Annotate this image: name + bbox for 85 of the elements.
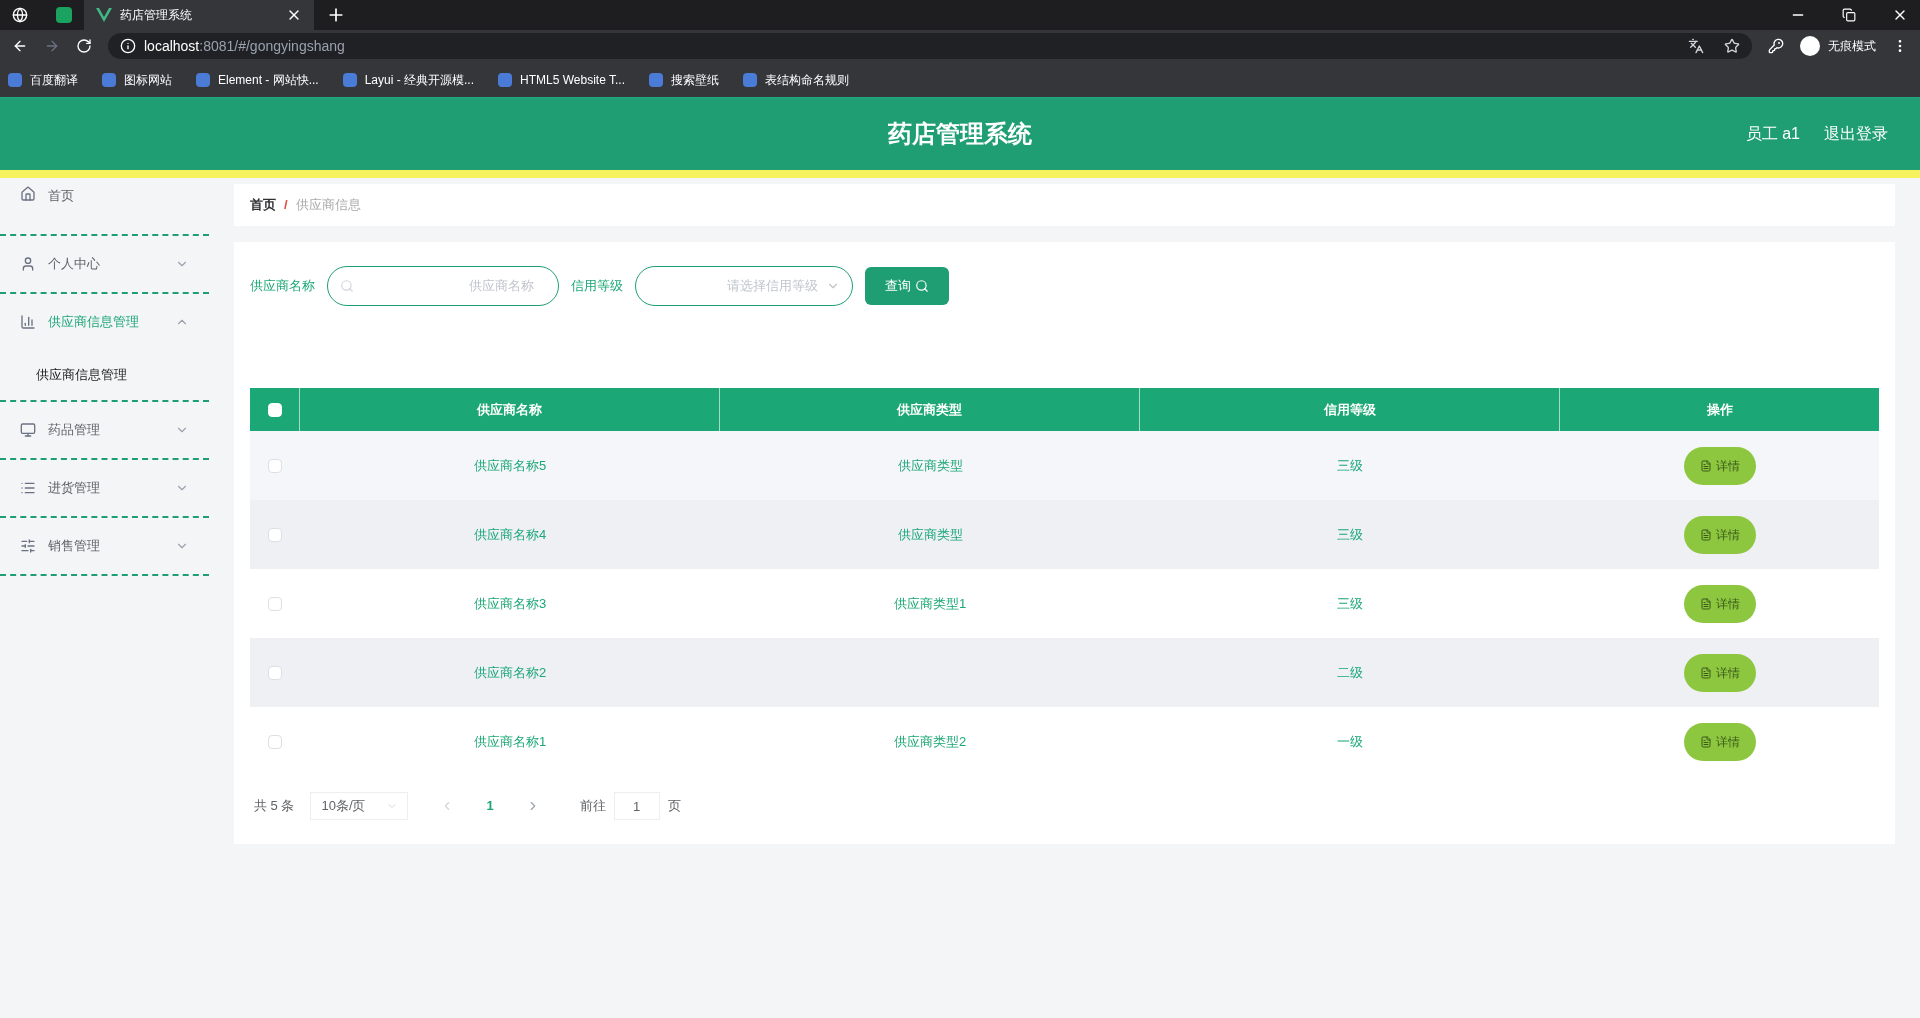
sidebar-item[interactable]: 药品管理 <box>0 402 209 458</box>
select-all-checkbox[interactable] <box>267 402 282 417</box>
table-cell-text: 三级 <box>1337 525 1363 544</box>
sidebar-item[interactable]: 个人中心 <box>0 236 209 292</box>
column-header: 操作 <box>1705 400 1734 419</box>
bookmark-icon <box>102 72 116 87</box>
field-label: 信用等级 <box>571 277 623 296</box>
search-icon <box>340 279 354 293</box>
document-icon <box>1699 666 1712 679</box>
v-logo-icon <box>96 8 112 22</box>
bookmark-icon <box>498 72 513 87</box>
bookmark-icon <box>196 72 210 87</box>
document-icon <box>1699 735 1712 748</box>
sidebar-subitem[interactable]: 供应商信息管理 <box>0 350 209 400</box>
table-cell-text: 供应商类型 <box>897 525 963 544</box>
app-title: 药店管理系统 <box>888 119 1032 149</box>
table-cell-text: 三级 <box>1337 456 1363 475</box>
detail-button[interactable]: 详情 <box>1683 722 1756 761</box>
bookmark[interactable]: Element - 网站快... <box>196 70 319 89</box>
search-icon <box>915 279 929 293</box>
detail-button[interactable]: 详情 <box>1683 653 1756 692</box>
user-name: 员工 a1 <box>1745 124 1800 144</box>
list-icon <box>20 480 36 496</box>
bookmark[interactable]: HTML5 Website T... <box>498 70 625 89</box>
row-checkbox[interactable] <box>268 527 282 542</box>
reload-icon[interactable] <box>76 38 92 54</box>
breadcrumb-link[interactable]: 首页 <box>250 195 276 215</box>
back-icon[interactable] <box>12 38 28 54</box>
sidebar-item[interactable]: 首页 <box>0 178 209 234</box>
detail-button[interactable]: 详情 <box>1683 584 1756 623</box>
logout-link[interactable]: 退出登录 <box>1824 122 1888 146</box>
bookmark[interactable]: 表结构命名规则 <box>743 70 849 89</box>
key-icon[interactable] <box>1768 38 1784 54</box>
document-icon <box>1699 459 1712 472</box>
bookmark[interactable]: 百度翻译 <box>8 70 78 89</box>
bookmark[interactable]: 搜索壁纸 <box>649 70 719 89</box>
table-cell-text: 供应商名称2 <box>473 663 547 682</box>
sidebar-item[interactable]: 进货管理 <box>0 460 209 516</box>
table-cell-text: 供应商名称3 <box>473 594 547 613</box>
row-checkbox[interactable] <box>268 458 282 473</box>
row-checkbox[interactable] <box>268 596 282 611</box>
user-icon <box>20 256 36 272</box>
bookmark-icon <box>743 72 757 87</box>
table-cell-text: 一级 <box>1337 732 1363 751</box>
page-size-select[interactable]: 10条/页 <box>310 792 409 820</box>
globe-icon[interactable] <box>12 7 28 23</box>
sidebar-item[interactable]: 销售管理 <box>0 518 209 574</box>
bookmark[interactable]: 图标网站 <box>102 70 172 89</box>
bookmark-icon <box>649 72 663 87</box>
star-icon[interactable] <box>1724 38 1740 54</box>
bookmark[interactable]: Layui - 经典开源模... <box>342 70 475 89</box>
total-count: 共 5 条 <box>254 797 295 816</box>
breadcrumb-separator: / <box>284 196 288 215</box>
table-cell-text: 供应商类型 <box>897 456 963 475</box>
detail-button[interactable]: 详情 <box>1683 446 1756 485</box>
bookmark-icon <box>342 72 357 87</box>
address-bar[interactable]: localhost:8081/#/gongyingshang <box>108 33 1752 59</box>
document-icon <box>1699 528 1712 541</box>
monitor-icon <box>20 422 36 438</box>
table-cell-text: 供应商名称4 <box>473 525 547 544</box>
page-suffix: 页 <box>667 797 681 816</box>
field-label: 供应商名称 <box>250 277 315 296</box>
browser-tab[interactable]: 药店管理系统 <box>84 0 314 30</box>
search-button[interactable]: 查询 <box>865 267 949 305</box>
table-cell-text: 供应商名称5 <box>473 456 547 475</box>
bookmark-icon <box>8 72 22 87</box>
forward-icon[interactable] <box>44 38 60 54</box>
document-icon <box>1699 597 1712 610</box>
table-cell-text: 三级 <box>1337 594 1363 613</box>
table-cell-text: 二级 <box>1337 663 1363 682</box>
goto-label: 前往 <box>579 797 606 816</box>
chart-icon <box>20 314 36 330</box>
incognito-badge[interactable]: 无痕模式 <box>1800 36 1876 56</box>
home-icon <box>20 186 36 202</box>
restore-icon[interactable] <box>1842 8 1856 22</box>
row-checkbox[interactable] <box>268 665 282 680</box>
goto-page-field[interactable]: 1 <box>613 792 660 820</box>
table-cell-text: 供应商类型1 <box>893 594 967 613</box>
row-checkbox[interactable] <box>268 734 282 749</box>
sliders-icon <box>20 538 36 554</box>
info-icon <box>120 38 136 54</box>
translate-icon[interactable] <box>1688 38 1704 54</box>
detail-button[interactable]: 详情 <box>1683 515 1756 554</box>
table-cell-text: 供应商类型2 <box>893 732 967 751</box>
table-cell-text: 供应商名称1 <box>473 732 547 751</box>
